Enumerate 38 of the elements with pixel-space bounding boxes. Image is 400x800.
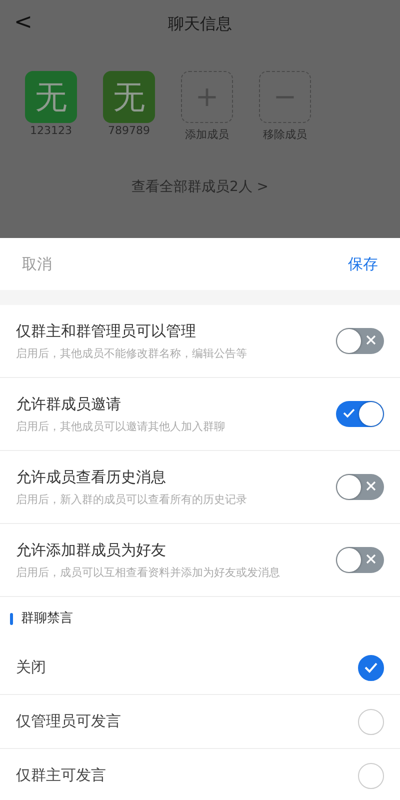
setting-hint: 启用后，其他成员可以邀请其他人加入群聊 — [16, 419, 225, 435]
section-marker — [10, 613, 13, 625]
page-title: 聊天信息 — [168, 14, 232, 33]
setting-title: 允许添加群成员为好友 — [16, 540, 167, 560]
section-title: 群聊禁言 — [21, 610, 73, 628]
setting-title: 允许群成员邀请 — [16, 394, 122, 414]
radio-button[interactable] — [358, 762, 384, 788]
option-label: 关闭 — [16, 657, 46, 678]
back-button[interactable]: < — [10, 8, 36, 38]
member-label: 789789 — [108, 123, 150, 139]
view-all-members-link[interactable]: 查看全部群成员2人 > — [125, 176, 275, 198]
toggle-switch[interactable] — [336, 401, 384, 427]
save-button[interactable]: 保存 — [342, 252, 384, 276]
radio-button[interactable] — [358, 654, 384, 680]
option-label: 仅管理员可发言 — [16, 711, 121, 732]
toggle-switch[interactable] — [336, 328, 384, 354]
close-icon — [366, 554, 376, 564]
toggle-switch[interactable] — [336, 547, 384, 573]
remove-member-button[interactable]: − — [259, 71, 311, 123]
radio-button[interactable] — [358, 708, 384, 734]
setting-title: 允许成员查看历史消息 — [16, 466, 167, 488]
check-icon — [343, 408, 355, 418]
setting-title: 仅群主和群管理员可以管理 — [16, 320, 197, 342]
setting-hint: 启用后，新入群的成员可以查看所有的历史记录 — [16, 492, 247, 508]
avatar[interactable]: 无 — [103, 71, 155, 123]
close-icon — [366, 335, 376, 346]
close-icon — [366, 481, 376, 492]
member-label: 123123 — [30, 123, 72, 139]
setting-hint: 启用后，其他成员不能修改群名称，编辑公告等 — [16, 346, 247, 362]
cancel-button[interactable]: 取消 — [16, 252, 58, 276]
member-label: 移除成员 — [263, 127, 307, 143]
toggle-switch[interactable] — [336, 474, 384, 500]
check-icon — [364, 662, 378, 673]
setting-hint: 启用后，成员可以互相查看资料并添加为好友或发消息 — [16, 565, 280, 581]
avatar[interactable]: 无 — [25, 71, 77, 123]
option-label: 仅群主可发言 — [16, 765, 106, 786]
member-label: 添加成员 — [185, 127, 229, 143]
add-member-button[interactable]: + — [181, 71, 233, 123]
